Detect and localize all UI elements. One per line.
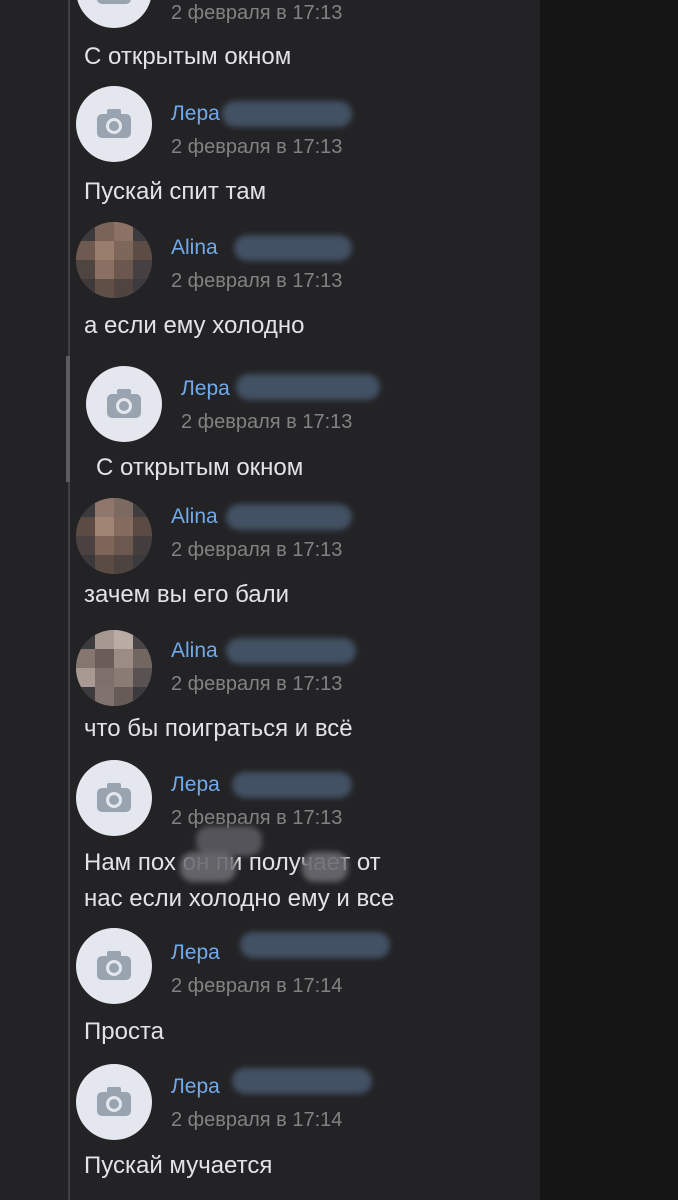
message-time: 2 февраля в 17:13: [171, 136, 343, 158]
message-time: 2 февраля в 17:13: [181, 411, 353, 433]
message-time: 2 февраля в 17:13: [171, 270, 343, 292]
camera-icon: [97, 0, 131, 4]
sender-name[interactable]: Лера: [171, 102, 220, 126]
avatar[interactable]: [76, 222, 152, 298]
sender-name[interactable]: Alina: [171, 639, 218, 663]
sender-name[interactable]: Лера: [171, 941, 220, 965]
redacted-surname: [232, 1068, 372, 1094]
message-text: что бы поиграться и всё: [84, 715, 353, 742]
camera-icon: [97, 109, 131, 138]
sender-name[interactable]: Alina: [171, 505, 218, 529]
redacted-surname: [240, 932, 390, 958]
camera-icon: [97, 783, 131, 812]
redacted-surname: [226, 638, 356, 664]
avatar[interactable]: [76, 498, 152, 574]
camera-icon: [107, 389, 141, 418]
message-time: 2 февраля в 17:13: [171, 673, 343, 695]
message-text: Пускай мучается: [84, 1152, 273, 1179]
message-text: С открытым окном: [96, 454, 304, 481]
thread-line: [68, 0, 70, 1200]
camera-icon: [97, 951, 131, 980]
avatar[interactable]: [76, 760, 152, 836]
message-time: 2 февраля в 17:14: [171, 1109, 343, 1131]
redacted-surname: [222, 101, 352, 127]
message-text: а если ему холодно: [84, 312, 305, 339]
sender-name[interactable]: Лера: [171, 773, 220, 797]
message-time: 2 февраля в 17:14: [171, 975, 343, 997]
avatar[interactable]: [76, 1064, 152, 1140]
message-text: Проста: [84, 1018, 165, 1045]
message-time: 2 февраля в 17:13: [171, 2, 343, 24]
redacted-surname: [232, 772, 352, 798]
redacted-word: [302, 852, 348, 882]
redacted-surname: [236, 374, 380, 400]
message-text: зачем вы его бали: [84, 581, 290, 608]
avatar[interactable]: [76, 630, 152, 706]
camera-icon: [97, 1087, 131, 1116]
message-text: Пускай спит там: [84, 178, 267, 205]
sender-name[interactable]: Alina: [171, 236, 218, 260]
message-text: С открытым окном: [84, 43, 292, 70]
message-text-line: нас если холодно ему и все: [84, 885, 395, 912]
message-time: 2 февраля в 17:13: [171, 539, 343, 561]
sender-name: Лера: [181, 377, 230, 400]
reply-quote-bar: [66, 356, 70, 482]
avatar[interactable]: [76, 86, 152, 162]
sender-name[interactable]: Лера: [171, 1075, 220, 1099]
avatar: [86, 366, 162, 442]
avatar[interactable]: [76, 928, 152, 1004]
redacted-surname: [234, 235, 352, 261]
redacted-surname: [226, 504, 352, 530]
message-time: 2 февраля в 17:13: [171, 807, 343, 829]
redacted-word: [180, 852, 236, 882]
